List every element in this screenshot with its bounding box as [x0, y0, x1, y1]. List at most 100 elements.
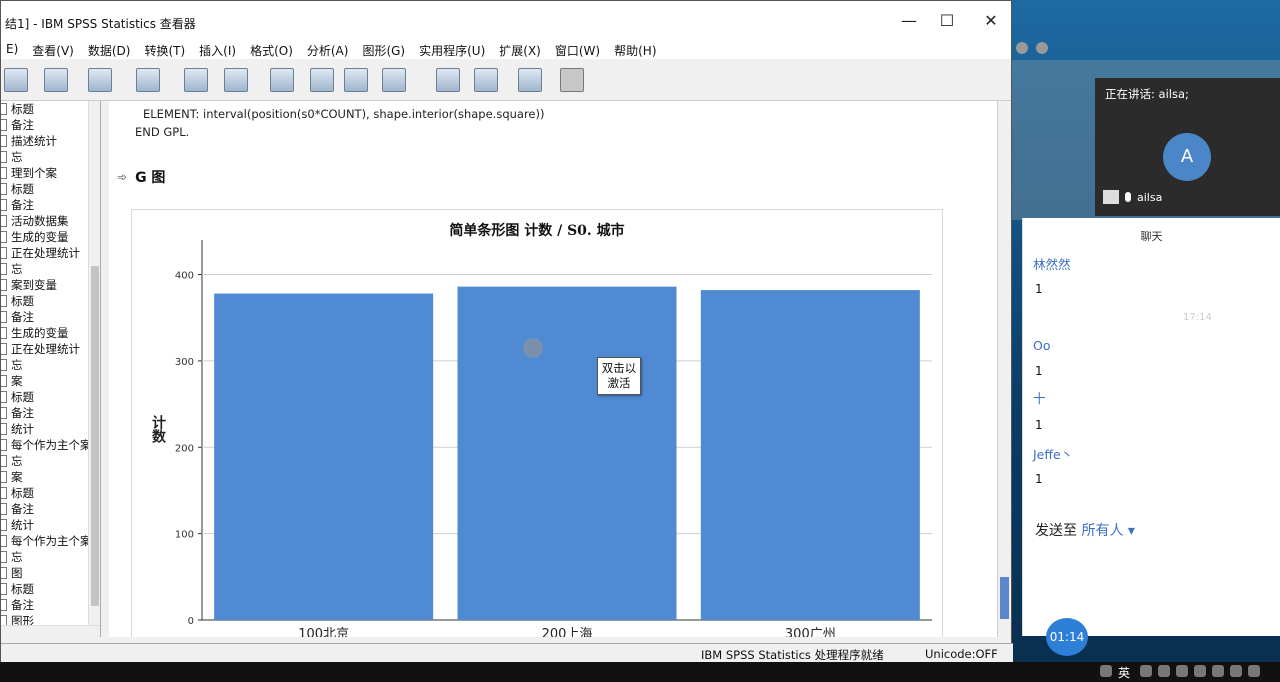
insert-output-icon[interactable]	[471, 65, 501, 95]
emoji-icon[interactable]	[1158, 665, 1170, 677]
outline-item[interactable]: 标题	[1, 485, 34, 501]
outline-node-icon	[1, 359, 7, 371]
menu-window[interactable]: 窗口(W)	[555, 41, 609, 59]
bar-chart[interactable]: 简单条形图 计数 / S0. 城市 0 100 200 300 400 100北京 200上…	[131, 209, 943, 637]
outline-item[interactable]: 生成的变量	[1, 229, 69, 245]
print-icon[interactable]	[1, 65, 31, 95]
outline-node-icon	[1, 263, 7, 275]
outline-item-label: 正在处理统计	[11, 246, 80, 260]
outline-item[interactable]: 备注	[1, 309, 34, 325]
maximize-button[interactable]: ☐	[937, 11, 957, 31]
outline-item[interactable]: 备注	[1, 405, 34, 421]
outline-item[interactable]: 忘	[1, 453, 23, 469]
outline-item[interactable]: 案	[1, 373, 23, 389]
dialog-recall-icon[interactable]	[133, 65, 163, 95]
input-language[interactable]: 英	[1118, 664, 1130, 681]
outline-node-icon	[1, 231, 7, 243]
outline-item-label: 标题	[11, 582, 34, 596]
settings-icon[interactable]	[1016, 42, 1028, 54]
menu-data[interactable]: 数据(D)	[88, 41, 140, 59]
send-to-selector[interactable]: 发送至 所有人 ▾	[1035, 520, 1135, 540]
outline-item[interactable]: 统计	[1, 421, 34, 437]
punctuation-icon[interactable]	[1140, 665, 1152, 677]
chat-panel: 聊天 林然然 1 17:14 Oo 1 十 1 Jeffe丶 1 发送至 所有人…	[1022, 218, 1280, 636]
menu-graphs[interactable]: 图形(G)	[362, 41, 414, 59]
outline-item-label: 生成的变量	[11, 230, 69, 244]
outline-item[interactable]: 生成的变量	[1, 325, 69, 341]
gear-icon[interactable]	[1036, 42, 1048, 54]
export-icon[interactable]	[85, 65, 115, 95]
outline-horizontal-scrollbar[interactable]	[1, 625, 100, 637]
undo-icon[interactable]	[181, 65, 211, 95]
ime-icon[interactable]	[1100, 665, 1112, 677]
outline-item[interactable]: 标题	[1, 389, 34, 405]
outline-item-label: 图	[11, 566, 23, 580]
outline-item[interactable]: 忘	[1, 549, 23, 565]
outline-item[interactable]: 统计	[1, 517, 34, 533]
outline-item-label: 忘	[11, 262, 23, 276]
more-icon[interactable]	[1248, 665, 1260, 677]
designate-window-icon[interactable]	[515, 65, 545, 95]
print-preview-icon[interactable]	[41, 65, 71, 95]
redo-icon[interactable]	[221, 65, 251, 95]
outline-item[interactable]: 备注	[1, 117, 34, 133]
menu-view[interactable]: 查看(V)	[32, 41, 83, 59]
outline-item[interactable]: 备注	[1, 597, 34, 613]
menu-format[interactable]: 格式(O)	[250, 41, 302, 59]
goto-data-icon[interactable]	[267, 65, 297, 95]
x-tick-label: 100北京	[298, 627, 349, 637]
outline-item[interactable]: 标题	[1, 181, 34, 197]
outline-item-label: 理到个案	[11, 166, 57, 180]
outline-item[interactable]: 忘	[1, 149, 23, 165]
menu-transform[interactable]: 转换(T)	[144, 41, 194, 59]
send-to-target[interactable]: 所有人 ▾	[1081, 523, 1134, 539]
outline-item[interactable]: 备注	[1, 197, 34, 213]
outline-item[interactable]: 图	[1, 565, 23, 581]
chart-canvas: 0 100 200 300 400 100北京 200上海 300广州 计数	[150, 240, 932, 637]
outline-item[interactable]: 案到变量	[1, 277, 57, 293]
menu-help[interactable]: 帮助(H)	[614, 41, 665, 59]
keyboard-icon[interactable]	[1194, 665, 1206, 677]
outline-item[interactable]: 每个作为主个案	[1, 437, 92, 453]
skin-icon[interactable]	[1230, 665, 1242, 677]
outline-item[interactable]: 案	[1, 469, 23, 485]
menu-utilities[interactable]: 实用程序(U)	[419, 41, 494, 59]
recording-timer[interactable]: 01:14	[1046, 618, 1088, 656]
active-speaker-panel: 正在讲话: ailsa; A ailsa	[1095, 78, 1280, 216]
goto-variable-icon[interactable]	[341, 65, 371, 95]
outline-node-icon	[1, 599, 7, 611]
outline-item-label: 标题	[11, 294, 34, 308]
minimize-button[interactable]: —	[899, 11, 919, 31]
show-hide-icon[interactable]	[433, 65, 463, 95]
menu-extensions[interactable]: 扩展(X)	[499, 41, 550, 59]
speaker-tag: ailsa	[1103, 190, 1162, 204]
section-heading: ➾ G 图	[117, 167, 165, 187]
toolbar	[1, 59, 1011, 101]
outline-item[interactable]: 忘	[1, 261, 23, 277]
chat-timestamp: 17:14	[1183, 312, 1212, 323]
microphone-icon[interactable]	[1176, 665, 1188, 677]
close-button[interactable]: ✕	[981, 11, 1001, 31]
outline-item-label: 备注	[11, 118, 34, 132]
outline-item[interactable]: 正在处理统计	[1, 245, 80, 261]
outline-item[interactable]: 标题	[1, 581, 34, 597]
menu-edit[interactable]: E)	[6, 41, 27, 59]
goto-case-icon[interactable]	[307, 65, 337, 95]
outline-item[interactable]: 标题	[1, 101, 34, 117]
outline-item[interactable]: 忘	[1, 357, 23, 373]
outline-item[interactable]: 每个作为主个案	[1, 533, 92, 549]
outline-item[interactable]: 正在处理统计	[1, 341, 80, 357]
content-vertical-scrollbar[interactable]	[997, 101, 1011, 637]
menu-analyze[interactable]: 分析(A)	[307, 41, 358, 59]
outline-item[interactable]: 活动数据集	[1, 213, 69, 229]
outline-item[interactable]: 描述统计	[1, 133, 57, 149]
outline-item[interactable]: 备注	[1, 501, 34, 517]
outline-item[interactable]: 理到个案	[1, 165, 57, 181]
toolbox-icon[interactable]	[1212, 665, 1224, 677]
speaking-label: 正在讲话: ailsa;	[1105, 87, 1189, 101]
menu-insert[interactable]: 插入(I)	[199, 41, 245, 59]
create-title-icon[interactable]	[557, 65, 587, 95]
outline-item[interactable]: 标题	[1, 293, 34, 309]
outline-vertical-scrollbar[interactable]	[88, 101, 100, 625]
variables-icon[interactable]	[379, 65, 409, 95]
